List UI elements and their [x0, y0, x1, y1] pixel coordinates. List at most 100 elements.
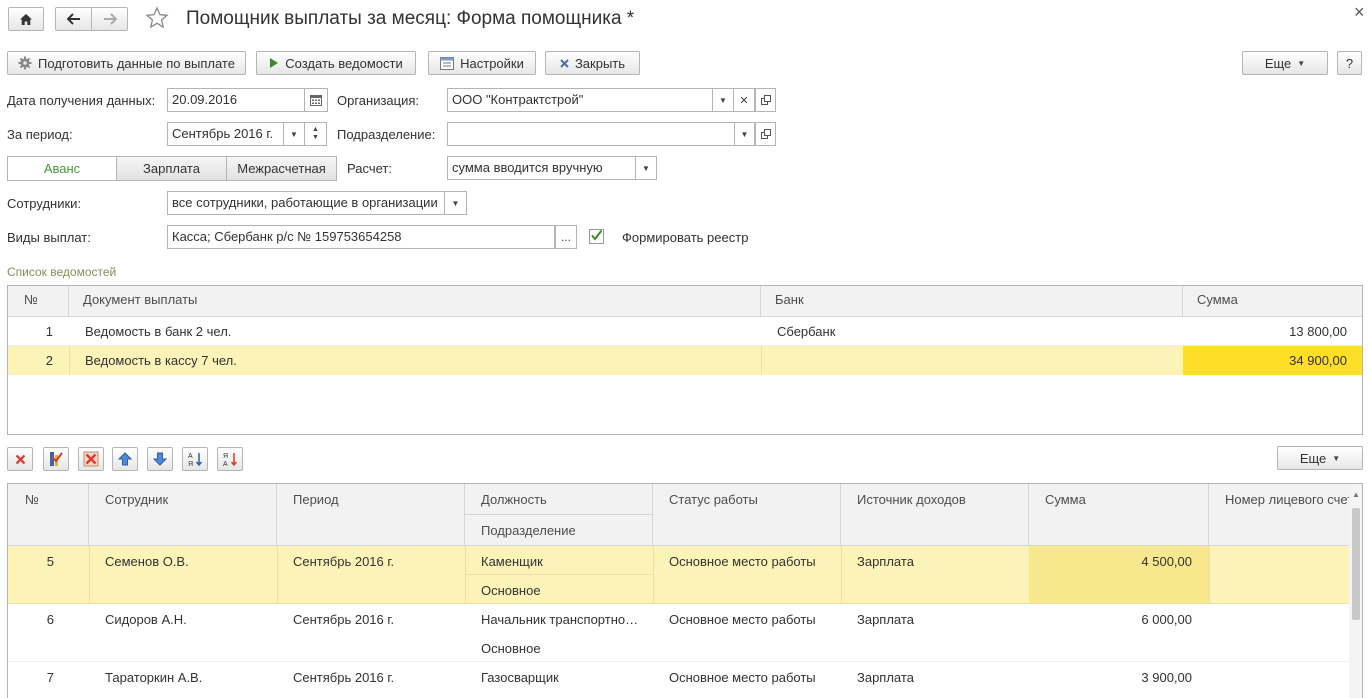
sort-asc-button[interactable]: AЯ	[182, 447, 208, 471]
svg-text:A: A	[188, 453, 193, 460]
org-open-button[interactable]	[755, 88, 776, 112]
date-input[interactable]: 20.09.2016	[167, 88, 305, 112]
stepper-down-icon[interactable]: ▼	[312, 134, 319, 142]
col-header-account[interactable]: Номер лицевого счета	[1209, 484, 1349, 546]
play-icon	[269, 58, 279, 68]
col-header-department[interactable]: Подразделение	[465, 515, 653, 546]
col-header-sum[interactable]: Сумма	[1029, 484, 1209, 546]
row-status: Основное место работы	[669, 670, 816, 685]
settings-form-icon	[440, 56, 455, 70]
vertical-scrollbar[interactable]: ▲	[1349, 484, 1362, 698]
row-num: 1	[45, 324, 53, 339]
forward-button[interactable]	[91, 7, 128, 31]
close-window-icon[interactable]: ×	[1354, 2, 1365, 23]
org-clear-button[interactable]: ✕	[734, 88, 755, 112]
move-down-icon	[153, 452, 167, 466]
delete-row-button[interactable]	[7, 447, 33, 471]
row-num: 5	[46, 554, 54, 569]
dropdown-arrow-icon: ▼	[290, 129, 298, 139]
dropdown-arrow-icon: ▼	[1332, 453, 1341, 463]
row-employee: Тараторкин А.В.	[105, 670, 203, 685]
scrollbar-thumb[interactable]	[1352, 508, 1360, 620]
sort-desc-button[interactable]: ЯA	[217, 447, 243, 471]
table-row-selected[interactable]: 5 Семенов О.В. Сентябрь 2016 г. Каменщик…	[8, 546, 1349, 604]
move-down-button[interactable]	[147, 447, 173, 471]
employees-table: № Сотрудник Период Должность Подразделен…	[7, 483, 1363, 698]
table-row[interactable]: 1 Ведомость в банк 2 чел. Сбербанк 13 80…	[8, 317, 1362, 346]
prepare-data-button[interactable]: Подготовить данные по выплате	[7, 51, 246, 75]
col-header-status[interactable]: Статус работы	[653, 484, 841, 546]
table-row[interactable]: 6 Сидоров А.Н. Сентябрь 2016 г. Начальни…	[8, 604, 1349, 662]
cell-divider	[69, 346, 70, 375]
col-header-period[interactable]: Период	[277, 484, 465, 546]
org-input[interactable]: ООО "Контрактстрой"	[447, 88, 713, 112]
pay-types-label: Виды выплат:	[7, 230, 91, 245]
pay-types-select-button[interactable]: ...	[555, 225, 577, 249]
clear-icon: ✕	[739, 94, 749, 107]
calendar-button[interactable]	[305, 88, 328, 112]
tab-label: Зарплата	[143, 161, 200, 176]
col-header-label: Документ выплаты	[83, 292, 198, 307]
table-row-selected[interactable]: 2 Ведомость в кассу 7 чел. 34 900,00	[8, 346, 1362, 375]
col-header-position[interactable]: Должность	[465, 484, 653, 515]
window-title: Помощник выплаты за месяц: Форма помощни…	[186, 8, 635, 29]
more-button[interactable]: Еще ▼	[1242, 51, 1328, 75]
cell-divider	[761, 346, 762, 375]
row-income-source: Зарплата	[857, 554, 914, 569]
table-row[interactable]: 7 Тараторкин А.В. Сентябрь 2016 г. Газос…	[8, 662, 1349, 698]
home-button[interactable]	[8, 7, 44, 31]
help-button[interactable]: ?	[1337, 51, 1362, 75]
delete-icon	[15, 454, 25, 464]
clear-list-button[interactable]	[78, 447, 104, 471]
row-department: Основное	[481, 641, 541, 656]
org-dropdown-button[interactable]: ▼	[713, 88, 734, 112]
arrow-right-icon	[103, 13, 117, 25]
scroll-up-icon[interactable]: ▲	[1352, 490, 1360, 499]
col-header-employee[interactable]: Сотрудник	[89, 484, 277, 546]
registry-label: Формировать реестр	[622, 230, 749, 245]
employees-dropdown-button[interactable]: ▼	[445, 191, 467, 215]
settings-button[interactable]: Настройки	[428, 51, 536, 75]
row-sum: 34 900,00	[1289, 353, 1347, 368]
create-statements-button[interactable]: Создать ведомости	[256, 51, 416, 75]
stepper-up-icon[interactable]: ▲	[312, 126, 319, 134]
period-stepper[interactable]: ▲ ▼	[305, 122, 327, 146]
arrow-left-icon	[66, 13, 80, 25]
row-income-source: Зарплата	[857, 612, 914, 627]
pay-types-input[interactable]: Касса; Сбербанк р/с № 159753654258	[167, 225, 555, 249]
favorite-star-icon[interactable]	[145, 6, 169, 33]
row-period: Сентябрь 2016 г.	[293, 670, 395, 685]
col-header-doc[interactable]: Документ выплаты	[69, 286, 761, 317]
pick-employees-button[interactable]	[43, 447, 69, 471]
gear-icon	[18, 56, 32, 70]
col-header-bank[interactable]: Банк	[761, 286, 1183, 317]
checkmark-icon	[591, 229, 603, 241]
payment-type-tab-interim[interactable]: Межрасчетная	[226, 156, 337, 181]
payment-type-tab-salary[interactable]: Зарплата	[116, 156, 227, 181]
org-label: Организация:	[337, 93, 420, 108]
dept-dropdown-button[interactable]: ▼	[735, 122, 755, 146]
col-header-sum[interactable]: Сумма	[1183, 286, 1362, 317]
dept-open-button[interactable]	[755, 122, 776, 146]
row-period: Сентябрь 2016 г.	[293, 554, 395, 569]
back-button[interactable]	[55, 7, 92, 31]
cell-divider	[1209, 546, 1210, 603]
dept-input[interactable]	[447, 122, 735, 146]
col-header-num[interactable]: №	[8, 484, 89, 546]
employees-select[interactable]: все сотрудники, работающие в организации	[167, 191, 445, 215]
col-header-income-source[interactable]: Источник доходов	[841, 484, 1029, 546]
row-income-source: Зарплата	[857, 670, 914, 685]
payment-type-tab-avans[interactable]: Аванс	[7, 156, 117, 181]
tab-label: Межрасчетная	[237, 161, 326, 176]
move-up-button[interactable]	[112, 447, 138, 471]
open-icon	[760, 129, 771, 139]
employees-more-button[interactable]: Еще ▼	[1277, 446, 1363, 470]
calc-select[interactable]: сумма вводится вручную	[447, 156, 636, 180]
col-header-num[interactable]: №	[8, 286, 69, 317]
close-button[interactable]: Закрыть	[545, 51, 640, 75]
period-dropdown-button[interactable]: ▼	[284, 122, 305, 146]
calc-dropdown-button[interactable]: ▼	[636, 156, 657, 180]
period-input[interactable]: Сентябрь 2016 г.	[167, 122, 284, 146]
registry-checkbox[interactable]	[589, 229, 604, 244]
close-x-icon	[560, 58, 569, 68]
